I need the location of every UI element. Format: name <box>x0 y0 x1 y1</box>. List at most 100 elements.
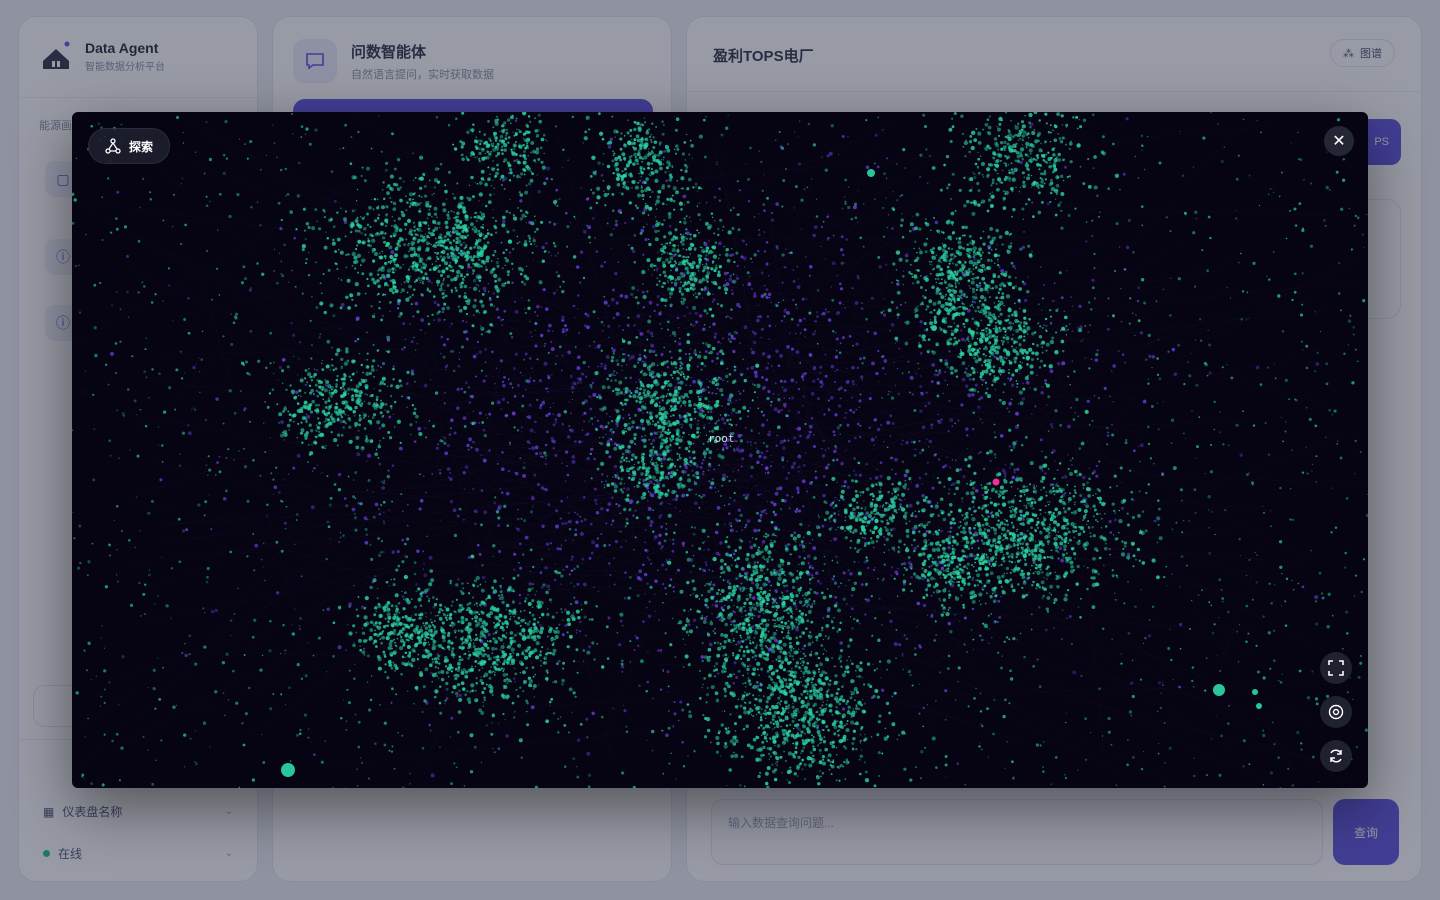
graph-node <box>935 766 938 769</box>
graph-node <box>759 513 763 517</box>
graph-node <box>450 322 453 325</box>
graph-node <box>698 202 701 204</box>
graph-node <box>724 279 727 282</box>
graph-node <box>675 778 677 780</box>
graph-node <box>496 142 500 146</box>
graph-node <box>243 447 246 450</box>
graph-node <box>914 653 917 656</box>
graph-node <box>759 516 763 519</box>
graph-node <box>500 318 504 322</box>
graph-node <box>1012 636 1016 641</box>
graph-node <box>880 311 884 314</box>
graph-node <box>1006 142 1010 146</box>
graph-node <box>790 378 795 383</box>
graph-node <box>1306 472 1309 475</box>
graph-node <box>798 555 802 559</box>
graph-node <box>848 334 852 338</box>
graph-node <box>716 506 721 510</box>
graph-node <box>918 644 921 647</box>
graph-node <box>197 503 201 507</box>
graph-node <box>954 422 956 425</box>
graph-node <box>385 243 390 247</box>
graph-node <box>802 395 805 398</box>
graph-node <box>921 448 925 452</box>
graph-node <box>510 615 512 618</box>
graph-node <box>692 618 697 622</box>
graph-node <box>1102 564 1105 567</box>
graph-node <box>118 457 120 459</box>
graph-node <box>914 514 918 518</box>
graph-node <box>118 704 120 706</box>
graph-node <box>199 391 201 393</box>
graph-node <box>473 510 476 513</box>
graph-node <box>116 548 118 551</box>
graph-node <box>844 200 847 203</box>
graph-node <box>179 242 183 246</box>
graph-node <box>668 225 672 228</box>
graph-node <box>1331 487 1333 489</box>
graph-node <box>903 321 906 324</box>
graph-node <box>218 470 222 474</box>
graph-node <box>822 439 826 443</box>
graph-node <box>883 440 885 443</box>
graph-node <box>956 762 959 765</box>
graph-node <box>589 407 593 411</box>
graph-node <box>830 124 834 128</box>
graph-node <box>1137 319 1141 323</box>
graph-node <box>1205 657 1208 659</box>
graph-node <box>735 423 738 426</box>
graph-node <box>933 373 937 377</box>
graph-node <box>882 366 885 370</box>
graph-node <box>629 499 634 503</box>
graph-node <box>958 188 962 193</box>
graph-node <box>725 446 729 450</box>
graph-node <box>441 440 444 443</box>
graph-node <box>545 413 549 418</box>
graph-node <box>729 317 733 320</box>
graph-node <box>225 489 228 493</box>
graph-node <box>579 531 584 536</box>
graph-node <box>562 148 565 152</box>
graph-node <box>1117 350 1120 352</box>
graph-node <box>1242 739 1246 743</box>
graph-node <box>702 470 705 473</box>
graph-node <box>770 455 772 457</box>
graph-node <box>468 401 472 404</box>
graph-node <box>233 411 237 415</box>
graph-node <box>1220 160 1224 163</box>
graph-node <box>841 207 844 210</box>
graph-node <box>1336 440 1339 442</box>
graph-node <box>761 463 763 466</box>
graph-node <box>429 729 432 732</box>
graph-node <box>388 509 391 511</box>
graph-node <box>399 198 403 203</box>
graph-node <box>586 751 591 756</box>
graph-node <box>994 456 997 459</box>
graph-node <box>160 739 163 742</box>
graph-node <box>711 359 714 363</box>
graph-node <box>790 396 795 400</box>
graph-node <box>773 512 778 517</box>
graph-node <box>84 736 87 738</box>
graph-node <box>801 372 806 377</box>
graph-node <box>806 745 808 747</box>
graph-node <box>561 423 564 426</box>
graph-node <box>737 390 740 393</box>
graph-node <box>761 423 765 427</box>
graph-node <box>834 370 836 373</box>
graph-node <box>337 488 342 492</box>
graph-node <box>545 457 547 460</box>
graph-node <box>564 211 568 215</box>
graph-node <box>1195 457 1197 459</box>
graph-node <box>1077 769 1079 771</box>
graph-node <box>462 471 466 475</box>
knowledge-graph-canvas[interactable] <box>72 112 1368 788</box>
graph-node <box>272 692 275 695</box>
graph-node <box>837 404 842 408</box>
graph-node <box>390 250 395 255</box>
graph-node <box>529 428 534 433</box>
graph-node <box>925 391 928 394</box>
graph-node <box>813 225 818 229</box>
graph-node <box>1194 210 1198 214</box>
graph-node <box>834 444 837 448</box>
